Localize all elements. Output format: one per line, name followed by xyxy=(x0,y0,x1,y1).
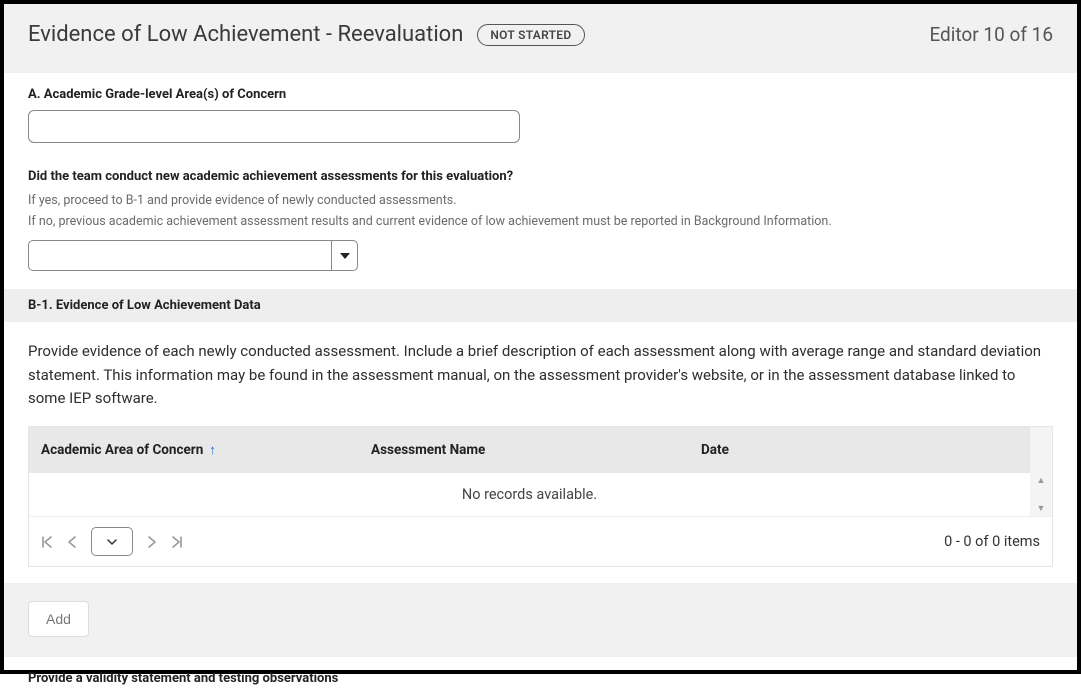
column-header-area[interactable]: Academic Area of Concern ↑ xyxy=(29,427,359,473)
status-badge: NOT STARTED xyxy=(477,24,584,46)
sort-asc-icon: ↑ xyxy=(209,442,216,458)
table-pager: 0 - 0 of 0 items xyxy=(29,516,1052,566)
column-header-area-label: Academic Area of Concern xyxy=(41,442,203,458)
prev-page-icon xyxy=(67,536,77,548)
add-bar: Add xyxy=(4,583,1077,657)
help-text-yes: If yes, proceed to B-1 and provide evide… xyxy=(28,192,1053,210)
header-left: Evidence of Low Achievement - Reevaluati… xyxy=(28,22,585,47)
section-a: A. Academic Grade-level Area(s) of Conce… xyxy=(4,73,1077,289)
pager-prev-button[interactable] xyxy=(67,536,77,548)
column-header-assessment[interactable]: Assessment Name xyxy=(359,427,689,473)
pager-first-button[interactable] xyxy=(41,536,53,548)
table-empty-message: No records available. xyxy=(29,473,1030,516)
chevron-down-icon xyxy=(340,253,350,259)
section-b-heading: B-1. Evidence of Low Achievement Data xyxy=(4,289,1077,322)
assessment-question-block: Did the team conduct new academic achiev… xyxy=(28,169,1053,271)
help-text-no: If no, previous academic achievement ass… xyxy=(28,213,1053,231)
scroll-down-icon[interactable]: ▼ xyxy=(1037,503,1046,514)
validity-section: Provide a validity statement and testing… xyxy=(4,657,1077,700)
page-title: Evidence of Low Achievement - Reevaluati… xyxy=(28,22,463,47)
validity-label: Provide a validity statement and testing… xyxy=(28,671,1053,686)
next-page-icon xyxy=(147,536,157,548)
pager-info: 0 - 0 of 0 items xyxy=(944,533,1040,550)
assessment-question-select[interactable] xyxy=(28,240,358,271)
table-scroll-gutter[interactable]: ▲ ▼ xyxy=(1030,473,1052,516)
pager-controls xyxy=(41,527,183,556)
assessment-question-label: Did the team conduct new academic achiev… xyxy=(28,169,1053,184)
last-page-icon xyxy=(171,536,183,548)
page-size-select[interactable] xyxy=(91,527,133,556)
pager-last-button[interactable] xyxy=(171,536,183,548)
chevron-down-icon xyxy=(107,539,117,545)
first-page-icon xyxy=(41,536,53,548)
section-b-info: Provide evidence of each newly conducted… xyxy=(4,322,1077,426)
pager-next-button[interactable] xyxy=(147,536,157,548)
areas-of-concern-input[interactable] xyxy=(28,110,520,143)
scroll-up-icon[interactable]: ▲ xyxy=(1037,475,1046,486)
table-body: No records available. ▲ ▼ xyxy=(29,473,1052,516)
table-header-row: Academic Area of Concern ↑ Assessment Na… xyxy=(29,427,1052,473)
editor-counter: Editor 10 of 16 xyxy=(929,23,1053,46)
section-a-label: A. Academic Grade-level Area(s) of Conce… xyxy=(28,87,1053,102)
evidence-table: Academic Area of Concern ↑ Assessment Na… xyxy=(28,426,1053,567)
select-dropdown-button[interactable] xyxy=(331,241,357,270)
table-scroll-gutter-header xyxy=(1030,427,1052,473)
add-button[interactable]: Add xyxy=(28,601,89,637)
column-header-date[interactable]: Date xyxy=(689,427,1030,473)
page-header: Evidence of Low Achievement - Reevaluati… xyxy=(4,4,1077,73)
